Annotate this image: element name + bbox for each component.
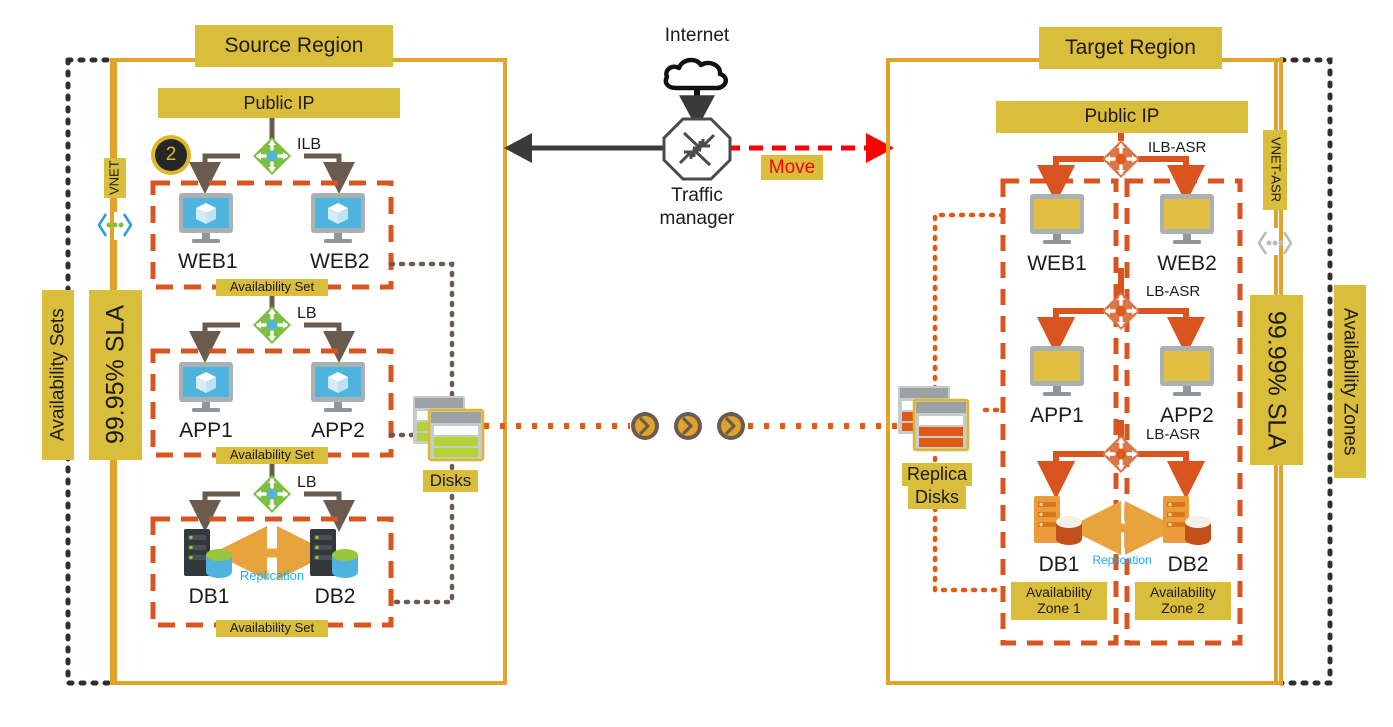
database-server-icon [1163,496,1211,545]
target-node-db1-label: DB1 [1038,553,1080,576]
source-tier3-lb-label: LB [297,474,317,491]
replica-disks-stack-icon [898,386,970,452]
target-node-db2-label: DB2 [1167,553,1209,576]
source-node-web2-label: WEB2 [310,250,370,273]
internet-label: Internet [664,25,730,46]
replication-chevron-group [631,412,745,440]
target-tier3-lb-label: LB-ASR [1146,426,1201,443]
target-db-replication-label: Replication [1092,553,1152,567]
vnet-chevron-icon [1257,231,1293,255]
source-disks-label: Disks [423,470,478,492]
source-node-db1-label: DB1 [188,585,230,608]
step-badge-number: 2 [165,144,177,165]
chevron-circle-icon [674,412,702,440]
zone1-label-line1: Availability [1026,584,1092,601]
source-region-title: Source Region [195,25,393,67]
database-server-icon [1034,496,1082,545]
virtual-machine-icon [1030,346,1084,396]
target-vnet-label: VNET-ASR [1263,130,1287,210]
traffic-manager-label-line2: manager [659,208,735,229]
load-balancer-asr-icon [1102,140,1140,178]
traffic-manager-label-line1: Traffic [671,185,723,206]
source-availability-set-label-db: Availability Set [216,620,328,637]
vnet-chevron-icon [97,213,133,237]
load-balancer-icon [253,475,291,513]
cloud-icon [663,57,728,91]
move-label: Move [761,155,823,180]
source-db-replication-label: Replication [239,568,305,583]
disks-stack-icon [413,396,485,462]
target-outer-label: Availability Zones [1334,285,1366,478]
target-node-web2-label: WEB2 [1157,252,1217,275]
load-balancer-asr-icon [1102,292,1140,330]
virtual-machine-icon [311,193,365,243]
zone1-label-line2: Zone 1 [1037,600,1081,616]
source-outer-label: Availability Sets [42,290,74,460]
target-tier1-lb-label: ILB-ASR [1148,139,1207,156]
target-region-title: Target Region [1039,27,1222,69]
virtual-machine-icon [1030,194,1084,244]
target-node-web1-label: WEB1 [1027,252,1087,275]
zone2-label-line1: Availability [1150,584,1216,601]
load-balancer-asr-icon [1102,435,1140,473]
database-server-icon [310,529,358,578]
target-public-ip-label: Public IP [996,101,1248,133]
virtual-machine-icon [179,193,233,243]
virtual-machine-icon [1160,346,1214,396]
step-badge-2: 2 [150,134,192,176]
virtual-machine-icon [311,362,365,412]
source-tier2-lb-label: LB [297,305,317,322]
source-node-app2-label: APP2 [311,419,365,442]
source-vnet-label: VNET [104,158,126,198]
chevron-circle-icon [717,412,745,440]
source-node-web1-label: WEB1 [178,250,238,273]
source-node-app1-label: APP1 [179,419,233,442]
source-public-ip-label: Public IP [158,88,400,118]
architecture-diagram: Source Region Public IP 2 VNET 99.95% SL… [0,0,1393,727]
load-balancer-icon [253,137,291,175]
target-node-app1-label: APP1 [1030,404,1084,427]
target-sla-label: 99.99% SLA [1250,295,1303,465]
source-sla-label: 99.95% SLA [89,290,142,460]
traffic-manager-octagon-icon [662,117,732,181]
target-availability-zone-2-label: Availability Zone 2 [1135,582,1231,620]
source-tier1-lb-label: ILB [297,136,322,153]
target-availability-zone-1-label: Availability Zone 1 [1011,582,1107,620]
chevron-circle-icon [631,412,659,440]
source-node-db2-label: DB2 [314,585,356,608]
zone2-label-line2: Zone 2 [1161,600,1205,616]
target-replica-disks-label-line1: Replica [902,463,972,486]
source-availability-set-label-web: Availability Set [216,279,328,296]
load-balancer-icon [253,306,291,344]
target-node-app2-label: APP2 [1160,404,1214,427]
source-availability-set-label-app: Availability Set [216,447,328,464]
target-replica-disks-label-line2: Disks [908,486,966,509]
virtual-machine-icon [1160,194,1214,244]
target-tier2-lb-label: LB-ASR [1146,283,1201,300]
virtual-machine-icon [179,362,233,412]
